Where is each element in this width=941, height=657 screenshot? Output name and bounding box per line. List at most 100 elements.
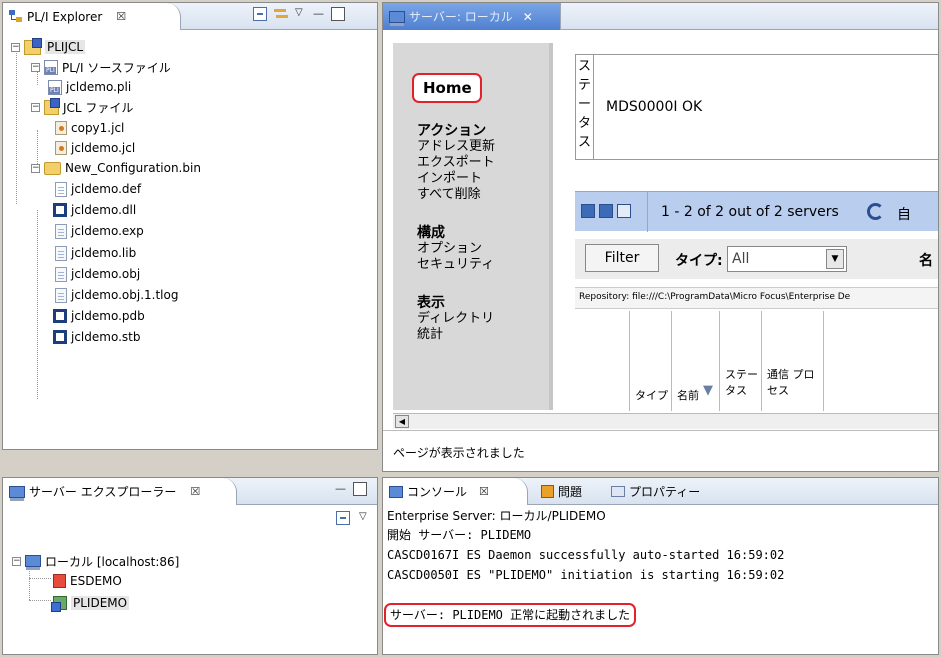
jcl-file-icon	[55, 141, 67, 155]
server-explorer-toolbar: —	[335, 482, 367, 496]
tree-node-project[interactable]: − PLIJCL	[11, 37, 86, 57]
close-icon[interactable]: ☒	[116, 10, 126, 23]
server-explorer-tab[interactable]: サーバー エクスプローラー ☒	[3, 478, 237, 505]
tree-node-server[interactable]: PLIDEMO	[51, 593, 130, 613]
tree-node-file[interactable]: jcldemo.obj	[55, 264, 140, 284]
problems-icon	[541, 485, 554, 498]
tree-label: ESDEMO	[70, 574, 122, 588]
name-label: 名	[919, 253, 933, 269]
nav-link-export[interactable]: エクスポート	[417, 155, 495, 171]
tab-console[interactable]: コンソール ☒	[383, 478, 528, 505]
jcl-file-icon	[55, 121, 67, 135]
expand-icon[interactable]	[599, 204, 613, 218]
link-editor-icon[interactable]	[273, 7, 289, 21]
tree-label: New_Configuration.bin	[65, 161, 201, 175]
tree-node-folder[interactable]: − New_Configuration.bin	[31, 158, 201, 178]
collapse-all-icon[interactable]	[253, 7, 267, 21]
close-icon[interactable]: ☒	[479, 485, 489, 498]
tab-problems[interactable]: 問題	[535, 478, 588, 505]
tree-node-file[interactable]: copy1.jcl	[55, 118, 124, 138]
close-icon[interactable]: ☒	[190, 485, 200, 498]
nav-link-import[interactable]: インポート	[417, 171, 495, 187]
grid-icon[interactable]	[617, 204, 631, 218]
tree-node-file[interactable]: jcldemo.def	[55, 179, 141, 199]
tree-node-file[interactable]: jcldemo.jcl	[55, 138, 135, 158]
tree-node-file[interactable]: jcldemo.lib	[55, 243, 136, 263]
status-bar: ページが表示されました	[383, 430, 938, 471]
nav-link-directory[interactable]: ディレクトリ	[417, 311, 495, 327]
console-icon	[389, 485, 403, 498]
pli-explorer-tab[interactable]: PL/I Explorer ☒	[3, 3, 181, 30]
tree-label: jcldemo.pdb	[71, 309, 145, 323]
status-box: ス テ ー タ ス MDS0000I OK	[575, 54, 938, 160]
console-line: CASCD0050I ES "PLIDEMO" initiation is st…	[387, 568, 785, 582]
filter-button-label: Filter	[604, 250, 640, 266]
binary-file-icon	[53, 309, 67, 323]
tree-node-file[interactable]: jcldemo.dll	[53, 200, 136, 220]
collapse-icon[interactable]	[581, 204, 595, 218]
pager-text: 1 - 2 of 2 out of 2 servers	[661, 204, 839, 220]
collapse-toggle[interactable]: −	[12, 556, 21, 566]
column-name[interactable]: 名前	[677, 387, 699, 403]
server-editor-tabbar: サーバー: ローカル ✕	[383, 3, 938, 30]
tree-node-file[interactable]: jcldemo.pli	[48, 77, 131, 97]
server-editor-tab[interactable]: サーバー: ローカル ✕	[383, 3, 561, 30]
project-icon	[24, 37, 42, 55]
column-type[interactable]: タイプ	[635, 387, 668, 403]
jcl-folder-icon	[44, 97, 60, 115]
dropdown-arrow-icon[interactable]: ▼	[826, 249, 844, 269]
tab-properties[interactable]: プロパティー	[605, 478, 706, 505]
tree-node-file[interactable]: jcldemo.exp	[55, 221, 144, 241]
minimize-icon[interactable]: —	[335, 482, 347, 496]
type-select[interactable]: All ▼	[727, 246, 847, 272]
status-value: MDS0000I OK	[606, 99, 703, 115]
collapse-toggle[interactable]: −	[31, 102, 40, 112]
maximize-icon[interactable]	[353, 482, 367, 496]
scroll-left-icon[interactable]: ◀	[395, 415, 409, 428]
tree-label: PLIJCL	[45, 40, 86, 54]
nav-link-security[interactable]: セキュリティ	[417, 257, 495, 273]
close-icon[interactable]: ✕	[523, 10, 533, 24]
view-menu-icon[interactable]: ▽	[359, 511, 367, 522]
server-stopped-icon	[53, 574, 66, 588]
nav-link-delete-all[interactable]: すべて削除	[417, 187, 495, 203]
tree-node-pli-folder[interactable]: − PL/I ソースファイル	[31, 57, 171, 77]
console-output[interactable]: Enterprise Server: ローカル/PLIDEMO 開始 サーバー:…	[384, 508, 938, 654]
collapse-all-icon[interactable]	[336, 511, 350, 525]
tree-node-server[interactable]: ESDEMO	[53, 571, 122, 591]
actions-heading: アクション	[417, 123, 487, 139]
column-comm-process[interactable]: 通信 プロセス	[767, 367, 815, 399]
collapse-toggle[interactable]: −	[31, 163, 40, 173]
refresh-icon[interactable]	[867, 203, 884, 220]
nav-link-stats[interactable]: 統計	[417, 327, 495, 343]
tree-node-file[interactable]: jcldemo.pdb	[53, 306, 145, 326]
status-label: ス テ ー タ ス	[576, 55, 594, 159]
tree-node-jcl-folder[interactable]: − JCL ファイル	[31, 97, 133, 117]
console-line-started: サーバー: PLIDEMO 正常に起動されました	[390, 608, 631, 622]
nav-link-refresh[interactable]: アドレス更新	[417, 139, 495, 155]
filter-button[interactable]: Filter	[585, 244, 659, 272]
tree-node-file[interactable]: jcldemo.stb	[53, 327, 140, 347]
column-status[interactable]: ステータス	[725, 367, 759, 399]
text-file-icon	[55, 245, 67, 261]
view-menu-icon[interactable]: ▽	[295, 7, 307, 21]
minimize-icon[interactable]: —	[313, 7, 325, 21]
pli-source-folder-icon	[44, 59, 58, 75]
pli-explorer-tabbar: PL/I Explorer ☒ ▽ —	[3, 3, 377, 30]
tree-node-local[interactable]: − ローカル [localhost:86]	[12, 551, 179, 571]
properties-icon	[611, 486, 625, 497]
tree-label: jcldemo.obj.1.tlog	[71, 288, 179, 302]
collapse-toggle[interactable]: −	[31, 62, 40, 72]
server-icon	[389, 10, 405, 26]
pli-file-icon	[48, 79, 62, 95]
collapse-toggle[interactable]: −	[11, 42, 20, 52]
nav-link-options[interactable]: オプション	[417, 241, 495, 257]
horizontal-scrollbar[interactable]: ◀	[393, 413, 938, 429]
text-file-icon	[55, 223, 67, 239]
sort-desc-icon[interactable]: ▼	[703, 383, 713, 398]
maximize-icon[interactable]	[331, 7, 345, 21]
tree-node-file[interactable]: jcldemo.obj.1.tlog	[55, 285, 178, 305]
pli-explorer-tab-label: PL/I Explorer	[27, 9, 103, 24]
server-explorer-pane: サーバー エクスプローラー ☒ — ▽ − ローカル [localhost:86…	[2, 477, 378, 655]
tree-label: jcldemo.lib	[71, 246, 137, 260]
